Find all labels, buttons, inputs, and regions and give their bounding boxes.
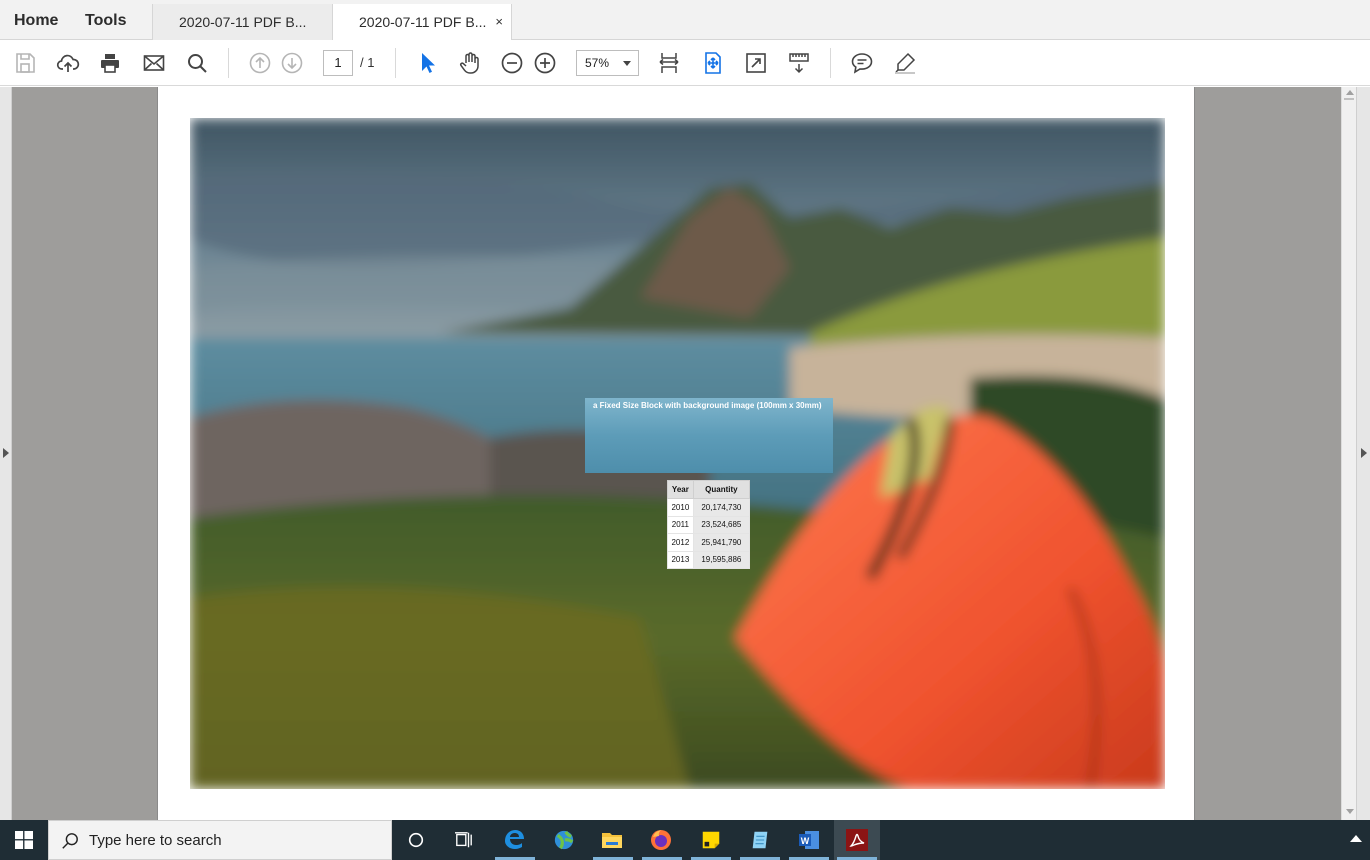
fixed-block-caption: a Fixed Size Block with background image… bbox=[593, 401, 822, 410]
highlight-pen-icon[interactable] bbox=[892, 50, 918, 76]
select-cursor-icon[interactable] bbox=[414, 50, 440, 76]
zoom-in-icon[interactable] bbox=[532, 50, 558, 76]
quantity-cell: 19,595,886 bbox=[692, 550, 751, 569]
print-icon[interactable] bbox=[97, 50, 123, 76]
save-icon[interactable] bbox=[12, 50, 38, 76]
quantity-cell: 23,524,685 bbox=[692, 515, 751, 534]
vertical-scrollbar[interactable] bbox=[1341, 87, 1356, 820]
toolbar: 1 / 1 57% bbox=[0, 40, 1370, 86]
fit-page-width-icon[interactable] bbox=[656, 50, 682, 76]
previous-page-icon[interactable] bbox=[247, 50, 273, 76]
right-panel-toggle[interactable] bbox=[1356, 87, 1370, 820]
zoom-out-icon[interactable] bbox=[499, 50, 525, 76]
upload-cloud-icon[interactable] bbox=[55, 50, 81, 76]
quantity-cell: 25,941,790 bbox=[692, 533, 751, 552]
chevron-up-icon[interactable] bbox=[1350, 835, 1362, 842]
globe-browser-icon[interactable] bbox=[550, 826, 578, 854]
toolbar-divider bbox=[228, 48, 229, 78]
chevron-down-icon bbox=[623, 61, 631, 66]
tab-document-2[interactable]: 2020-07-11 PDF B... × bbox=[332, 4, 512, 41]
table-row: 2012 25,941,790 bbox=[667, 533, 751, 552]
windows-taskbar: Type here to search W bbox=[0, 820, 1370, 860]
zoom-value: 57% bbox=[585, 56, 610, 70]
table-row: 2011 23,524,685 bbox=[667, 515, 751, 534]
year-cell: 2010 bbox=[667, 498, 694, 517]
table-row: 2010 20,174,730 bbox=[667, 498, 751, 517]
expand-left-panel-icon[interactable] bbox=[3, 448, 9, 458]
taskbar-search-box[interactable]: Type here to search bbox=[48, 820, 392, 860]
tab-bar: Home Tools 2020-07-11 PDF B... 2020-07-1… bbox=[0, 0, 1370, 41]
left-panel-toggle[interactable] bbox=[0, 87, 12, 820]
tab-document-1[interactable]: 2020-07-11 PDF B... bbox=[152, 4, 332, 40]
task-view-icon[interactable] bbox=[450, 826, 478, 854]
next-page-icon[interactable] bbox=[279, 50, 305, 76]
firefox-icon[interactable] bbox=[647, 826, 675, 854]
notepad-icon[interactable] bbox=[746, 826, 774, 854]
scroll-up-icon[interactable] bbox=[1346, 90, 1354, 95]
email-icon[interactable] bbox=[141, 50, 167, 76]
acrobat-icon[interactable] bbox=[843, 826, 871, 854]
comment-icon[interactable] bbox=[849, 50, 875, 76]
search-placeholder: Type here to search bbox=[89, 832, 222, 849]
toolbar-divider bbox=[395, 48, 396, 78]
expand-right-panel-icon[interactable] bbox=[1361, 448, 1367, 458]
year-cell: 2013 bbox=[667, 550, 694, 569]
close-tab-icon[interactable]: × bbox=[495, 4, 503, 40]
year-cell: 2011 bbox=[667, 515, 694, 534]
page-total: / 1 bbox=[360, 55, 375, 70]
file-explorer-icon[interactable] bbox=[598, 826, 626, 854]
home-nav[interactable]: Home bbox=[14, 0, 58, 40]
page-number-input[interactable]: 1 bbox=[323, 50, 353, 76]
quantity-cell: 20,174,730 bbox=[692, 498, 751, 517]
search-icon bbox=[62, 833, 78, 849]
zoom-level-select[interactable]: 57% bbox=[576, 50, 639, 76]
scroll-thumb[interactable] bbox=[1344, 98, 1354, 100]
column-header-quantity: Quantity bbox=[692, 480, 751, 499]
scroll-down-icon[interactable] bbox=[1346, 809, 1354, 814]
cortana-icon[interactable] bbox=[402, 826, 430, 854]
column-header-year: Year bbox=[667, 480, 694, 499]
fit-page-icon[interactable] bbox=[700, 50, 726, 76]
year-cell: 2012 bbox=[667, 533, 694, 552]
svg-text:W: W bbox=[801, 836, 810, 846]
hand-tool-icon[interactable] bbox=[457, 50, 483, 76]
tab-label: 2020-07-11 PDF B... bbox=[179, 14, 307, 30]
document-viewport[interactable]: a Fixed Size Block with background image… bbox=[0, 87, 1370, 820]
quantity-table: Year Quantity 2010 20,174,730 2011 23,52… bbox=[667, 480, 751, 569]
table-header-row: Year Quantity bbox=[667, 480, 751, 499]
background-photo: a Fixed Size Block with background image… bbox=[190, 118, 1165, 789]
toolbar-divider bbox=[830, 48, 831, 78]
pdf-page: a Fixed Size Block with background image… bbox=[157, 87, 1195, 820]
windows-start-icon[interactable] bbox=[10, 826, 38, 854]
search-icon[interactable] bbox=[184, 50, 210, 76]
word-icon[interactable]: W bbox=[795, 826, 823, 854]
edge-icon[interactable] bbox=[500, 826, 528, 854]
sticky-notes-icon[interactable] bbox=[697, 826, 725, 854]
tools-nav[interactable]: Tools bbox=[85, 0, 126, 40]
fixed-size-block: a Fixed Size Block with background image… bbox=[585, 398, 833, 473]
full-screen-icon[interactable] bbox=[743, 50, 769, 76]
table-row: 2013 19,595,886 bbox=[667, 550, 751, 569]
read-mode-icon[interactable] bbox=[786, 50, 812, 76]
tab-label: 2020-07-11 PDF B... bbox=[359, 14, 487, 30]
